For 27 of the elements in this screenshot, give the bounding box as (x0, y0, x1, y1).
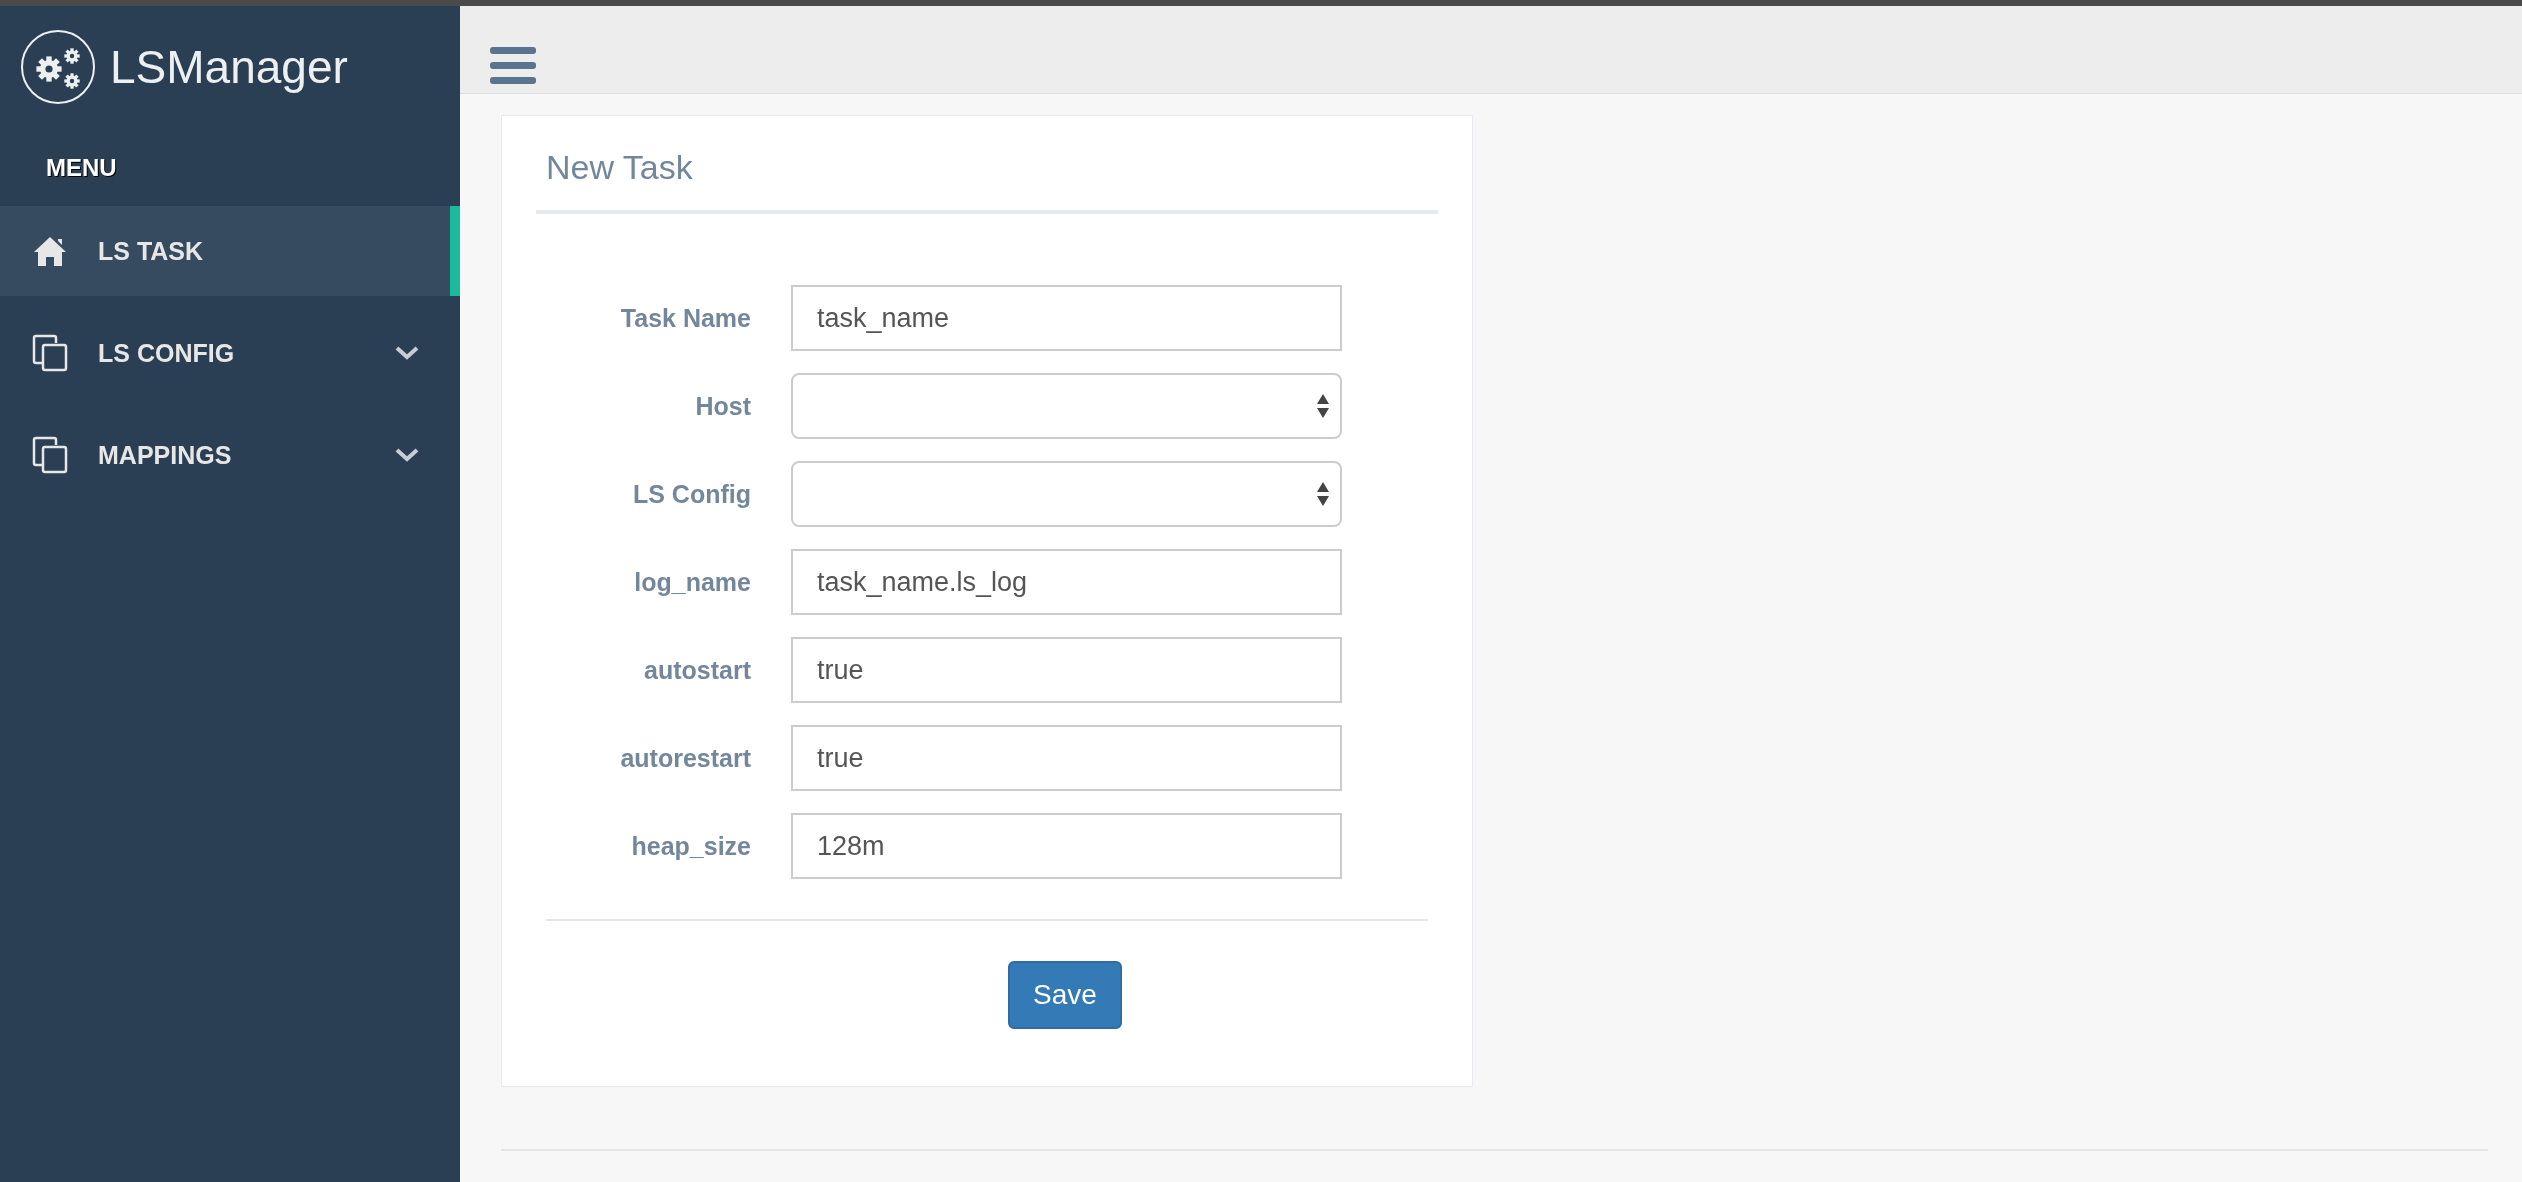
sidebar-item[interactable]: LS CONFIG (0, 308, 460, 398)
field-label: LS Config (631, 479, 751, 509)
select-field[interactable] (791, 373, 1342, 439)
menu-icon[interactable] (490, 46, 536, 85)
app-title: LSManager (110, 40, 348, 94)
input-field[interactable]: task_name.ls_log (791, 549, 1342, 615)
panel-title: New Task (545, 147, 694, 188)
input-field[interactable]: task_name (791, 285, 1342, 351)
up-down-arrows-icon (1316, 392, 1330, 420)
field-label: Task Name (619, 303, 751, 333)
field-label: heap_size (630, 831, 751, 861)
gears-logo-icon (20, 29, 96, 105)
select-field[interactable] (791, 461, 1342, 527)
save-button[interactable]: Save (1008, 961, 1122, 1029)
copy-icon (30, 333, 70, 373)
input-field[interactable]: true (791, 725, 1342, 791)
field-label: Host (694, 391, 751, 421)
field-label: log_name (633, 567, 751, 597)
up-down-arrows-icon (1316, 480, 1330, 508)
copy-icon (30, 435, 70, 475)
input-field[interactable]: true (791, 637, 1342, 703)
input-field[interactable]: 128m (791, 813, 1342, 879)
field-label: autostart (643, 655, 751, 685)
field-label: autorestart (619, 743, 751, 773)
menu-heading: MENU (45, 153, 118, 183)
sidebar-item[interactable]: MAPPINGS (0, 410, 460, 500)
sidebar-item[interactable]: LS TASK (0, 206, 460, 296)
